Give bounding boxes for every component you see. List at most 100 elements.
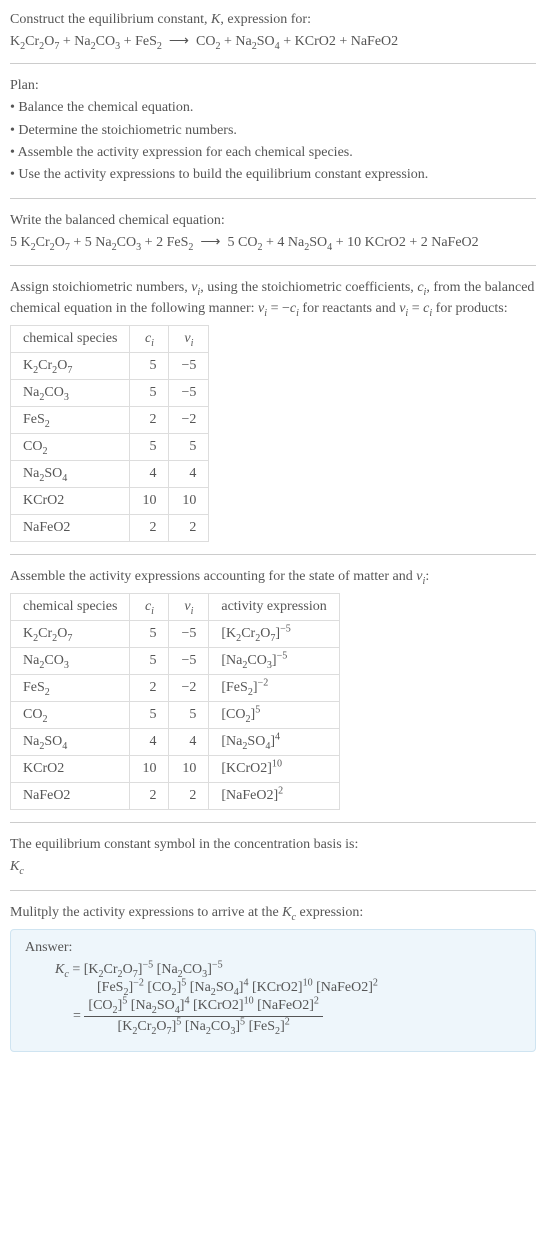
table-row: FeS22−2[FeS2]−2 — [11, 675, 340, 702]
cell-ci: 2 — [130, 514, 169, 541]
cell-ci: 10 — [130, 756, 169, 783]
divider — [10, 265, 536, 266]
col-species: chemical species — [11, 325, 130, 352]
answer-label: Answer: — [25, 940, 521, 956]
cell-activity: [KCrO2]10 — [209, 756, 339, 783]
cell-activity: [NaFeO2]2 — [209, 783, 339, 810]
cell-ci: 5 — [130, 648, 169, 675]
col-species: chemical species — [11, 594, 130, 621]
cell-species: FeS2 — [11, 406, 130, 433]
table2-body: K2Cr2O75−5[K2Cr2O7]−5Na2CO35−5[Na2CO3]−5… — [11, 621, 340, 810]
divider — [10, 822, 536, 823]
cell-vi: −2 — [169, 406, 209, 433]
col-ci: ci — [130, 594, 169, 621]
symbol-line1: The equilibrium constant symbol in the c… — [10, 835, 536, 855]
cell-species: K2Cr2O7 — [11, 621, 130, 648]
cell-vi: 4 — [169, 460, 209, 487]
activity-table: chemical species ci νi activity expressi… — [10, 593, 340, 810]
cell-ci: 10 — [130, 487, 169, 514]
table-row: KCrO21010 — [11, 487, 209, 514]
multiply-text: Mulitply the activity expressions to arr… — [10, 903, 536, 923]
multiply-block: Mulitply the activity expressions to arr… — [10, 903, 536, 923]
cell-vi: 5 — [169, 433, 209, 460]
divider — [10, 554, 536, 555]
balanced-equation: 5 K2Cr2O7 + 5 Na2CO3 + 2 FeS2 ⟶ 5 CO2 + … — [10, 233, 536, 253]
plan-item: • Assemble the activity expression for e… — [10, 143, 536, 163]
cell-ci: 4 — [130, 729, 169, 756]
table-row: NaFeO222 — [11, 514, 209, 541]
balanced-block: Write the balanced chemical equation: 5 … — [10, 211, 536, 254]
divider — [10, 63, 536, 64]
table-row: K2Cr2O75−5[K2Cr2O7]−5 — [11, 621, 340, 648]
assemble-text: Assemble the activity expressions accoun… — [10, 567, 536, 587]
table-row: Na2CO35−5[Na2CO3]−5 — [11, 648, 340, 675]
divider — [10, 198, 536, 199]
cell-species: KCrO2 — [11, 487, 130, 514]
intro-block: Construct the equilibrium constant, K, e… — [10, 10, 536, 51]
cell-activity: [CO2]5 — [209, 702, 339, 729]
table-row: Na2SO444[Na2SO4]4 — [11, 729, 340, 756]
cell-ci: 2 — [130, 675, 169, 702]
cell-vi: 4 — [169, 729, 209, 756]
symbol-block: The equilibrium constant symbol in the c… — [10, 835, 536, 878]
stoichiometry-table: chemical species ci νi K2Cr2O75−5Na2CO35… — [10, 325, 209, 542]
col-vi: νi — [169, 325, 209, 352]
plan-item: • Determine the stoichiometric numbers. — [10, 121, 536, 141]
cell-ci: 5 — [130, 702, 169, 729]
cell-ci: 5 — [130, 352, 169, 379]
cell-species: NaFeO2 — [11, 514, 130, 541]
table-row: KCrO21010[KCrO2]10 — [11, 756, 340, 783]
table1-body: K2Cr2O75−5Na2CO35−5FeS22−2CO255Na2SO444K… — [11, 352, 209, 541]
cell-species: CO2 — [11, 702, 130, 729]
cell-species: Na2SO4 — [11, 460, 130, 487]
table-row: NaFeO222[NaFeO2]2 — [11, 783, 340, 810]
cell-activity: [Na2SO4]4 — [209, 729, 339, 756]
col-vi: νi — [169, 594, 209, 621]
plan-block: Plan: • Balance the chemical equation. •… — [10, 76, 536, 185]
assemble-block: Assemble the activity expressions accoun… — [10, 567, 536, 587]
col-ci: ci — [130, 325, 169, 352]
cell-activity: [FeS2]−2 — [209, 675, 339, 702]
cell-ci: 2 — [130, 783, 169, 810]
cell-activity: [Na2CO3]−5 — [209, 648, 339, 675]
cell-activity: [K2Cr2O7]−5 — [209, 621, 339, 648]
plan-title: Plan: — [10, 76, 536, 96]
intro-equation: K2Cr2O7 + Na2CO3 + FeS2 ⟶ CO2 + Na2SO4 +… — [10, 32, 536, 52]
fraction-numerator: [CO2]5 [Na2SO4]4 [KCrO2]10 [NaFeO2]2 — [84, 998, 323, 1017]
table-row: K2Cr2O75−5 — [11, 352, 209, 379]
table-row: CO255 — [11, 433, 209, 460]
table-row: Na2CO35−5 — [11, 379, 209, 406]
plan-item: • Use the activity expressions to build … — [10, 165, 536, 185]
cell-vi: 10 — [169, 756, 209, 783]
answer-line1: Kc = [K2Cr2O7]−5 [Na2CO3]−5 — [55, 962, 521, 978]
answer-line2: [FeS2]−2 [CO2]5 [Na2SO4]4 [KCrO2]10 [NaF… — [97, 980, 521, 996]
cell-ci: 4 — [130, 460, 169, 487]
cell-ci: 2 — [130, 406, 169, 433]
table-row: FeS22−2 — [11, 406, 209, 433]
cell-species: CO2 — [11, 433, 130, 460]
cell-vi: 10 — [169, 487, 209, 514]
cell-ci: 5 — [130, 621, 169, 648]
cell-species: KCrO2 — [11, 756, 130, 783]
table-row: Na2SO444 — [11, 460, 209, 487]
symbol-line2: Kc — [10, 857, 536, 877]
cell-species: FeS2 — [11, 675, 130, 702]
fraction-denominator: [K2Cr2O7]5 [Na2CO3]5 [FeS2]2 — [84, 1017, 323, 1035]
cell-species: Na2CO3 — [11, 648, 130, 675]
cell-vi: −5 — [169, 379, 209, 406]
assign-text: Assign stoichiometric numbers, νi, using… — [10, 278, 536, 319]
answer-box: Answer: Kc = [K2Cr2O7]−5 [Na2CO3]−5 [FeS… — [10, 929, 536, 1052]
intro-line1: Construct the equilibrium constant, K, e… — [10, 10, 536, 30]
cell-ci: 5 — [130, 379, 169, 406]
cell-species: Na2CO3 — [11, 379, 130, 406]
cell-vi: −2 — [169, 675, 209, 702]
cell-vi: 2 — [169, 783, 209, 810]
equals-sign: = — [73, 1009, 81, 1024]
plan-item: • Balance the chemical equation. — [10, 98, 536, 118]
answer-fraction-line: = [CO2]5 [Na2SO4]4 [KCrO2]10 [NaFeO2]2 [… — [73, 998, 521, 1035]
cell-vi: −5 — [169, 648, 209, 675]
cell-ci: 5 — [130, 433, 169, 460]
balanced-title: Write the balanced chemical equation: — [10, 211, 536, 231]
cell-vi: −5 — [169, 352, 209, 379]
cell-vi: 5 — [169, 702, 209, 729]
